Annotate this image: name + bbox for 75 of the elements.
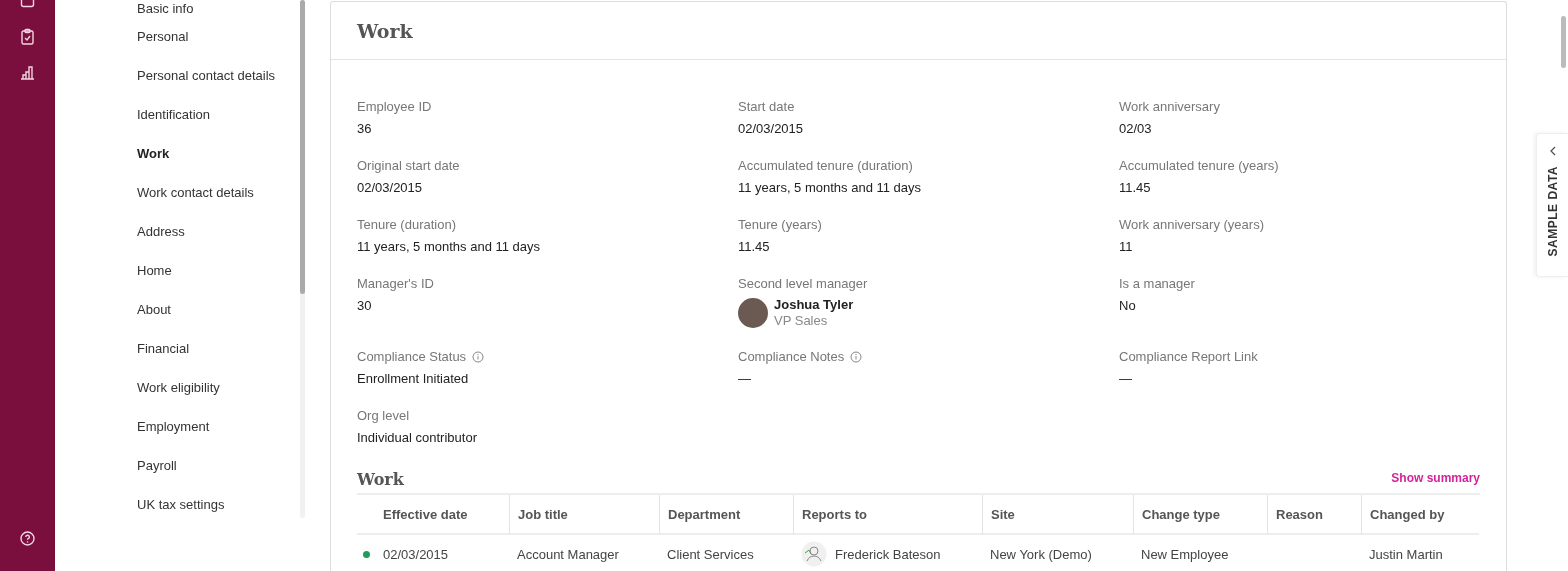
table-cell: Frederick Bateson xyxy=(835,546,941,562)
show-summary-link[interactable]: Show summary xyxy=(1391,471,1480,485)
sidebar-item[interactable]: UK tax settings xyxy=(137,485,300,524)
field-value: 11 years, 5 months and 11 days xyxy=(357,238,542,256)
field-label: Employee ID xyxy=(357,98,432,116)
field-label: Accumulated tenure (duration) xyxy=(738,157,913,175)
field-label: Compliance Status xyxy=(357,348,467,366)
field-value: 36 xyxy=(357,120,373,138)
field-value: 11 years, 5 months and 11 days xyxy=(738,179,923,197)
field-label: Org level xyxy=(357,407,410,425)
sidebar-item[interactable]: Basic info xyxy=(137,0,300,17)
field-label: Start date xyxy=(738,98,795,116)
field-value: 02/03 xyxy=(1119,120,1153,138)
column-header[interactable]: Job title xyxy=(509,495,659,535)
field-value: No xyxy=(1119,297,1137,315)
sidebar-item[interactable]: Home xyxy=(137,251,300,290)
field-value: Enrollment Initiated xyxy=(357,370,470,388)
field-label: Work anniversary xyxy=(1119,98,1220,116)
column-header[interactable]: Department xyxy=(659,495,793,535)
column-header[interactable]: Reason xyxy=(1267,495,1361,535)
scrollbar[interactable] xyxy=(1561,16,1566,68)
sidebar-item[interactable]: Personal contact details xyxy=(137,56,300,95)
bar-chart-icon[interactable] xyxy=(19,64,36,81)
avatar-placeholder xyxy=(738,298,768,328)
field-label: Tenure (years) xyxy=(738,216,822,234)
table-title: Work xyxy=(357,470,404,489)
sidebar-item[interactable]: Work contact details xyxy=(137,173,300,212)
table-cell: Justin Martin xyxy=(1369,546,1443,562)
field-label: Is a manager xyxy=(1119,275,1195,293)
field-label: Compliance Report Link xyxy=(1119,348,1258,366)
field-label: Accumulated tenure (years) xyxy=(1119,157,1279,175)
field-value: 02/03/2015 xyxy=(738,120,805,138)
sidebar-item[interactable]: Payroll xyxy=(137,446,300,485)
sidebar-item[interactable]: Identification xyxy=(137,95,300,134)
user-silhouette-icon xyxy=(801,541,827,567)
section-title: Work xyxy=(357,19,413,42)
field-value: 02/03/2015 xyxy=(357,179,424,197)
table-cell: Account Manager xyxy=(517,546,619,562)
clipboard-check-icon[interactable] xyxy=(19,28,36,45)
field-label: Tenure (duration) xyxy=(357,216,456,234)
sidebar-item[interactable]: Personal xyxy=(137,17,300,56)
field-value: 11.45 xyxy=(1119,179,1152,197)
column-header[interactable]: Change type xyxy=(1133,495,1267,535)
table-cell: New Employee xyxy=(1141,546,1229,562)
table-cell: Client Services xyxy=(667,546,754,562)
sidebar-item[interactable]: About xyxy=(137,290,300,329)
sidebar-item[interactable]: Work xyxy=(137,134,300,173)
field-label: Second level manager xyxy=(738,275,868,293)
field-value: Individual contributor xyxy=(357,429,478,447)
field-label: Compliance Notes xyxy=(738,348,845,366)
column-header[interactable]: Changed by xyxy=(1361,495,1479,535)
column-header[interactable]: Site xyxy=(982,495,1133,535)
field-value: — xyxy=(738,370,752,388)
person-title: VP Sales xyxy=(774,313,829,329)
sidebar-item[interactable]: Financial xyxy=(137,329,300,368)
field-value: 11.45 xyxy=(738,238,771,256)
sidebar-item[interactable]: Work eligibility xyxy=(137,368,300,407)
field-label: Original start date xyxy=(357,157,460,175)
sidebar-item[interactable]: Address xyxy=(137,212,300,251)
sample-data-tab[interactable]: SAMPLE DATA xyxy=(1536,133,1568,277)
tab-label: SAMPLE DATA xyxy=(1545,166,1560,257)
column-header[interactable]: Reports to xyxy=(793,495,982,535)
field-label: Work anniversary (years) xyxy=(1119,216,1264,234)
chevron-left-icon xyxy=(1548,146,1557,156)
field-value: — xyxy=(1119,370,1133,388)
scrollbar[interactable] xyxy=(300,0,305,518)
help-icon[interactable] xyxy=(19,530,36,547)
table-cell: New York (Demo) xyxy=(990,546,1092,562)
field-label: Manager's ID xyxy=(357,275,434,293)
table-cell: 02/03/2015 xyxy=(383,546,449,562)
field-value: 11 xyxy=(1119,238,1134,256)
sidebar-item[interactable]: Employment xyxy=(137,407,300,446)
person-name: Joshua Tyler xyxy=(774,297,854,313)
column-header[interactable]: Effective date xyxy=(375,495,509,535)
field-value: 30 xyxy=(357,297,373,315)
